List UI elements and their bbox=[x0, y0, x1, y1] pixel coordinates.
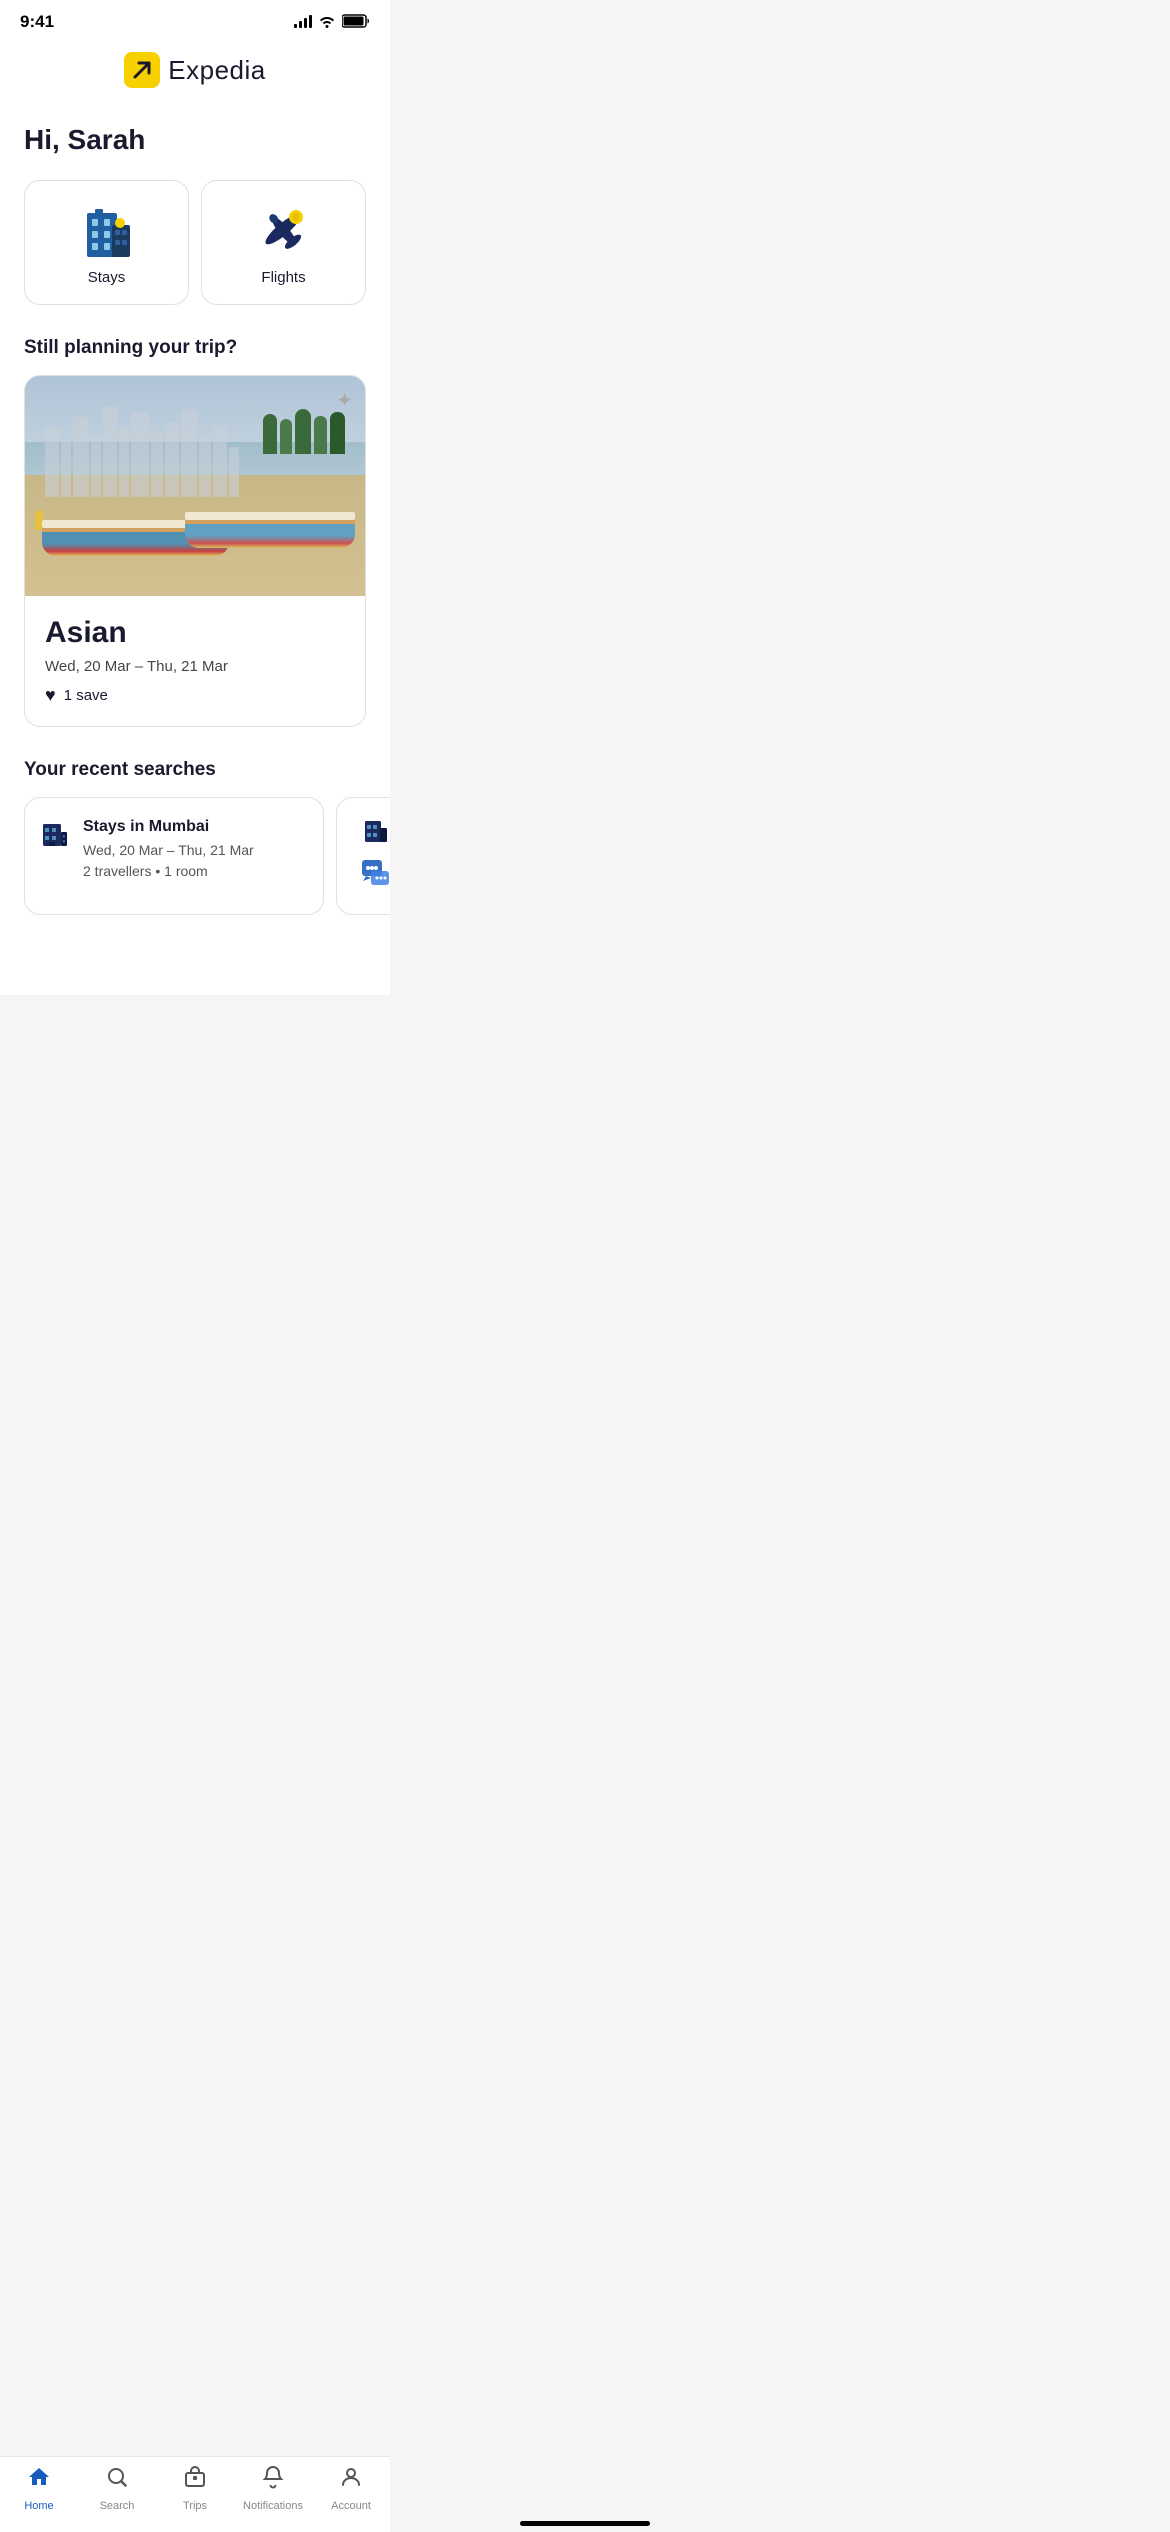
planning-title: Still planning your trip? bbox=[0, 329, 390, 375]
hotel-partial-icon bbox=[363, 818, 389, 849]
stays-card[interactable]: Stays bbox=[24, 180, 189, 305]
trip-dates: Wed, 20 Mar – Thu, 21 Mar bbox=[45, 658, 345, 675]
nav-item-notifications[interactable]: Notifications bbox=[234, 2465, 312, 2512]
search-card-title: Stays in Mumbai bbox=[83, 818, 254, 836]
greeting-section: Hi, Sarah bbox=[0, 104, 390, 172]
scroll-area: Expedia Hi, Sarah bbox=[0, 40, 390, 995]
flights-icon bbox=[256, 205, 312, 257]
stays-label: Stays bbox=[88, 269, 126, 286]
status-time: 9:41 bbox=[20, 12, 54, 32]
flights-label: Flights bbox=[261, 269, 305, 286]
greeting-text: Hi, Sarah bbox=[24, 124, 366, 156]
trip-image: ✦ bbox=[25, 376, 365, 596]
recent-title: Your recent searches bbox=[0, 751, 390, 797]
chat-support-icon bbox=[361, 859, 390, 894]
status-icons bbox=[294, 14, 370, 31]
logo-text: Expedia bbox=[168, 55, 265, 86]
stays-icon bbox=[82, 205, 132, 257]
status-bar: 9:41 bbox=[0, 0, 390, 40]
nav-item-search[interactable]: Search bbox=[78, 2465, 156, 2512]
search-nav-icon bbox=[105, 2465, 129, 2496]
notifications-label: Notifications bbox=[243, 2500, 303, 2512]
home-icon bbox=[27, 2465, 51, 2496]
signal-icon bbox=[294, 16, 312, 28]
logo-icon bbox=[124, 52, 160, 88]
app-header: Expedia bbox=[0, 40, 390, 104]
flights-card[interactable]: Flights bbox=[201, 180, 366, 305]
saves-count: 1 save bbox=[64, 687, 108, 704]
heart-icon: ♥ bbox=[45, 685, 56, 706]
search-card-detail: 2 travellers • 1 room bbox=[83, 861, 254, 882]
trip-destination: Asian bbox=[45, 616, 345, 650]
partial-card[interactable] bbox=[336, 797, 390, 915]
trips-label: Trips bbox=[183, 2500, 207, 2512]
trip-saves: ♥ 1 save bbox=[45, 685, 345, 706]
account-label: Account bbox=[331, 2500, 371, 2512]
hotel-search-icon bbox=[41, 820, 69, 855]
search-card-dates: Wed, 20 Mar – Thu, 21 Mar bbox=[83, 840, 254, 861]
battery-icon bbox=[342, 14, 370, 31]
nav-item-trips[interactable]: Trips bbox=[156, 2465, 234, 2512]
notifications-icon bbox=[261, 2465, 285, 2496]
home-indicator bbox=[520, 2521, 650, 2526]
save-star-icon[interactable]: ✦ bbox=[336, 388, 353, 413]
account-icon bbox=[339, 2465, 363, 2496]
nav-item-home[interactable]: Home bbox=[0, 2465, 78, 2512]
logo-container: Expedia bbox=[124, 52, 265, 88]
trip-card[interactable]: ✦ Asian Wed, 20 Mar – Thu, 21 Mar ♥ 1 sa… bbox=[24, 375, 366, 727]
search-card-text: Stays in Mumbai Wed, 20 Mar – Thu, 21 Ma… bbox=[83, 818, 254, 882]
home-label: Home bbox=[24, 2500, 53, 2512]
category-grid: Stays bbox=[0, 172, 390, 329]
search-nav-label: Search bbox=[100, 2500, 135, 2512]
nav-item-account[interactable]: Account bbox=[312, 2465, 390, 2512]
trips-icon bbox=[183, 2465, 207, 2496]
recent-searches-row: Stays in Mumbai Wed, 20 Mar – Thu, 21 Ma… bbox=[0, 797, 390, 915]
bottom-nav: Home Search Trips Notifications bbox=[0, 2456, 390, 2532]
wifi-icon bbox=[318, 14, 336, 31]
trip-info: Asian Wed, 20 Mar – Thu, 21 Mar ♥ 1 save bbox=[25, 596, 365, 726]
search-card-mumbai[interactable]: Stays in Mumbai Wed, 20 Mar – Thu, 21 Ma… bbox=[24, 797, 324, 915]
